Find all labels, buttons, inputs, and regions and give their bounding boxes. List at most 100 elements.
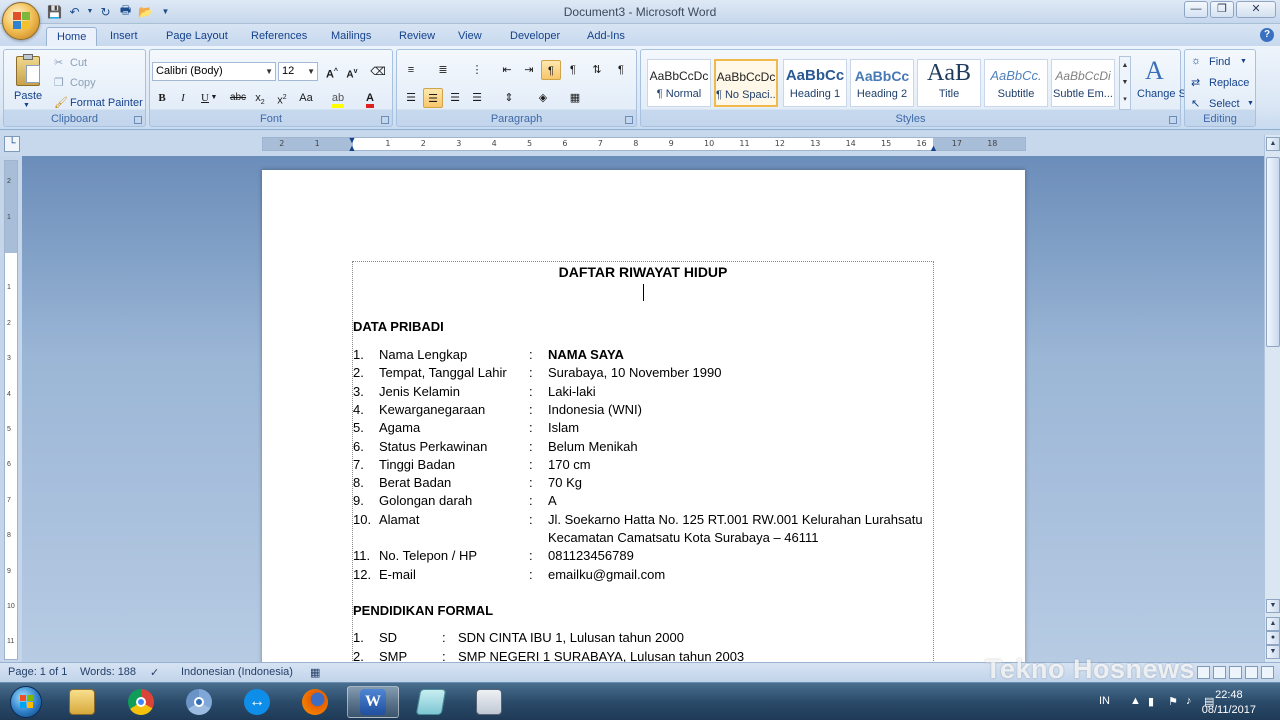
numbering-icon[interactable]: ≣ xyxy=(433,60,453,80)
tab-home[interactable]: Home xyxy=(46,27,98,46)
multilevel-list-icon[interactable]: ⋮ xyxy=(467,60,487,80)
style-heading-2[interactable]: AaBbCc Heading 2 xyxy=(850,59,914,107)
font-color-icon[interactable]: A xyxy=(360,88,380,108)
tab-mailings[interactable]: Mailings xyxy=(321,27,381,46)
paste-button[interactable]: Paste ▼ xyxy=(8,52,48,110)
taskbar-explorer[interactable] xyxy=(56,686,108,718)
superscript-icon[interactable]: x2 xyxy=(272,88,292,108)
font-size-combo[interactable]: 12 ▼ xyxy=(278,62,318,81)
style-no-spacing[interactable]: AaBbCcDc ¶ No Spaci... xyxy=(714,59,778,107)
align-right-icon[interactable]: ☰ xyxy=(445,88,465,108)
bold-icon[interactable]: B xyxy=(152,88,172,108)
style-heading-1[interactable]: AaBbCc Heading 1 xyxy=(783,59,847,107)
indent-marker-icon[interactable]: ▼ ▲ xyxy=(347,136,357,153)
clear-formatting-icon[interactable]: ⌫ xyxy=(368,62,388,82)
style-title[interactable]: AaB Title xyxy=(917,59,981,107)
paragraph-launcher-icon[interactable] xyxy=(625,116,633,124)
tab-page-layout[interactable]: Page Layout xyxy=(156,27,238,46)
italic-icon[interactable]: I xyxy=(173,88,193,108)
line-spacing-icon[interactable]: ⇕ xyxy=(499,88,519,108)
draft-view-icon[interactable] xyxy=(1261,666,1274,679)
close-button[interactable]: ✕ xyxy=(1236,1,1276,18)
sort-icon[interactable]: ⇅ xyxy=(587,60,607,80)
show-formatting-icon[interactable]: ¶ xyxy=(611,60,631,80)
word-count[interactable]: Words: 188 xyxy=(80,666,136,678)
clock[interactable]: 22:48 08/11/2017 xyxy=(1202,688,1256,718)
right-indent-marker-icon[interactable]: ▲ xyxy=(929,143,938,153)
style-subtitle[interactable]: AaBbCc. Subtitle xyxy=(984,59,1048,107)
taskbar-calculator[interactable] xyxy=(463,686,515,718)
change-styles-button[interactable]: A Change Styles xyxy=(1135,54,1209,112)
scroll-thumb[interactable] xyxy=(1266,157,1280,347)
select-browse-object-icon[interactable]: ● xyxy=(1266,631,1280,645)
shrink-font-icon[interactable]: Av xyxy=(342,62,362,82)
select-button[interactable]: ↖ Select ▼ xyxy=(1189,97,1254,113)
print-layout-view-icon[interactable] xyxy=(1197,666,1210,679)
vertical-ruler[interactable]: 2 1 1 2 3 4 5 6 7 8 9 10 11 xyxy=(4,160,18,660)
dropdown-arrow-icon[interactable]: ▼ xyxy=(210,88,218,108)
increase-indent-icon[interactable]: ⇥ xyxy=(519,60,539,80)
decrease-indent-icon[interactable]: ⇤ xyxy=(497,60,517,80)
text-frame[interactable]: DAFTAR RIWAYAT HIDUP DATA PRIBADI 1. Nama… xyxy=(352,261,934,662)
start-button[interactable] xyxy=(4,685,48,719)
document-page[interactable]: DAFTAR RIWAYAT HIDUP DATA PRIBADI 1. Nama… xyxy=(262,170,1025,662)
previous-page-icon[interactable]: ▲ xyxy=(1266,617,1280,631)
flag-icon[interactable]: ⚑ xyxy=(1168,695,1178,708)
vertical-scrollbar[interactable]: ▲ ▼ ▲ ● ▼ xyxy=(1264,135,1280,662)
font-name-combo[interactable]: Calibri (Body) ▼ xyxy=(152,62,276,81)
taskbar-firefox[interactable] xyxy=(289,686,341,718)
language-bar[interactable]: IN xyxy=(1099,695,1110,707)
tab-references[interactable]: References xyxy=(241,27,317,46)
minimize-button[interactable]: — xyxy=(1184,1,1208,18)
office-button[interactable] xyxy=(2,2,40,40)
justify-icon[interactable]: ☰ xyxy=(467,88,487,108)
align-center-icon[interactable]: ☰ xyxy=(423,88,443,108)
taskbar-notepad[interactable] xyxy=(405,686,457,718)
tab-add-ins[interactable]: Add-Ins xyxy=(577,27,635,46)
horizontal-ruler[interactable]: 2 1 1 2 3 4 5 6 7 8 9 10 11 12 13 14 15 16 17 18 ▼ ▲ ▲ xyxy=(262,136,1026,153)
replace-button[interactable]: ⇄ Replace xyxy=(1189,76,1253,92)
page-count[interactable]: Page: 1 of 1 xyxy=(8,666,67,678)
style-subtle-emphasis[interactable]: AaBbCcDi Subtle Em... xyxy=(1051,59,1115,107)
styles-scroll[interactable]: ▲ ▼ ▾ xyxy=(1119,56,1131,110)
style-normal[interactable]: AaBbCcDc ¶ Normal xyxy=(647,59,711,107)
strikethrough-icon[interactable]: abc xyxy=(228,88,248,108)
document-area[interactable]: DAFTAR RIWAYAT HIDUP DATA PRIBADI 1. Nama… xyxy=(22,156,1264,662)
format-painter-button[interactable]: 🖌 Format Painter xyxy=(52,95,144,111)
taskbar-chrome-1[interactable] xyxy=(115,686,167,718)
help-icon[interactable]: ? xyxy=(1260,28,1274,42)
tab-review[interactable]: Review xyxy=(389,27,445,46)
highlight-icon[interactable]: ab xyxy=(328,88,348,108)
font-launcher-icon[interactable] xyxy=(381,116,389,124)
tab-view[interactable]: View xyxy=(448,27,492,46)
ltr-icon[interactable]: ¶ xyxy=(541,60,561,80)
styles-launcher-icon[interactable] xyxy=(1169,116,1177,124)
taskbar-chrome-2[interactable] xyxy=(173,686,225,718)
subscript-icon[interactable]: x2 xyxy=(250,88,270,108)
next-page-icon[interactable]: ▼ xyxy=(1266,645,1280,659)
tab-insert[interactable]: Insert xyxy=(100,27,148,46)
copy-button[interactable]: ❐ Copy xyxy=(52,75,142,91)
taskbar-teamviewer[interactable]: ↔ xyxy=(231,686,283,718)
tab-selector-icon[interactable]: └ xyxy=(4,136,20,152)
tab-developer[interactable]: Developer xyxy=(500,27,570,46)
scroll-down-icon[interactable]: ▼ xyxy=(1266,599,1280,613)
find-button[interactable]: ☼ Find ▼ xyxy=(1189,55,1253,71)
macro-recording-icon[interactable]: ▦ xyxy=(310,666,320,679)
cut-button[interactable]: ✂ Cut xyxy=(52,55,142,71)
web-layout-view-icon[interactable] xyxy=(1229,666,1242,679)
volume-icon[interactable]: ♪ xyxy=(1186,695,1192,707)
full-screen-view-icon[interactable] xyxy=(1213,666,1226,679)
outline-view-icon[interactable] xyxy=(1245,666,1258,679)
align-left-icon[interactable]: ☰ xyxy=(401,88,421,108)
language-indicator[interactable]: Indonesian (Indonesia) xyxy=(181,666,293,678)
proofing-icon[interactable]: ✓ xyxy=(150,666,159,679)
borders-icon[interactable]: ▦ xyxy=(565,88,585,108)
bullets-icon[interactable]: ≡ xyxy=(401,60,421,80)
rtl-icon[interactable]: ¶ xyxy=(563,60,583,80)
shading-icon[interactable]: ◈ xyxy=(533,88,553,108)
power-icon[interactable]: ▮ xyxy=(1148,695,1154,708)
taskbar-word[interactable]: W xyxy=(347,686,399,718)
scroll-up-icon[interactable]: ▲ xyxy=(1266,137,1280,151)
grow-font-icon[interactable]: A^ xyxy=(322,62,342,82)
